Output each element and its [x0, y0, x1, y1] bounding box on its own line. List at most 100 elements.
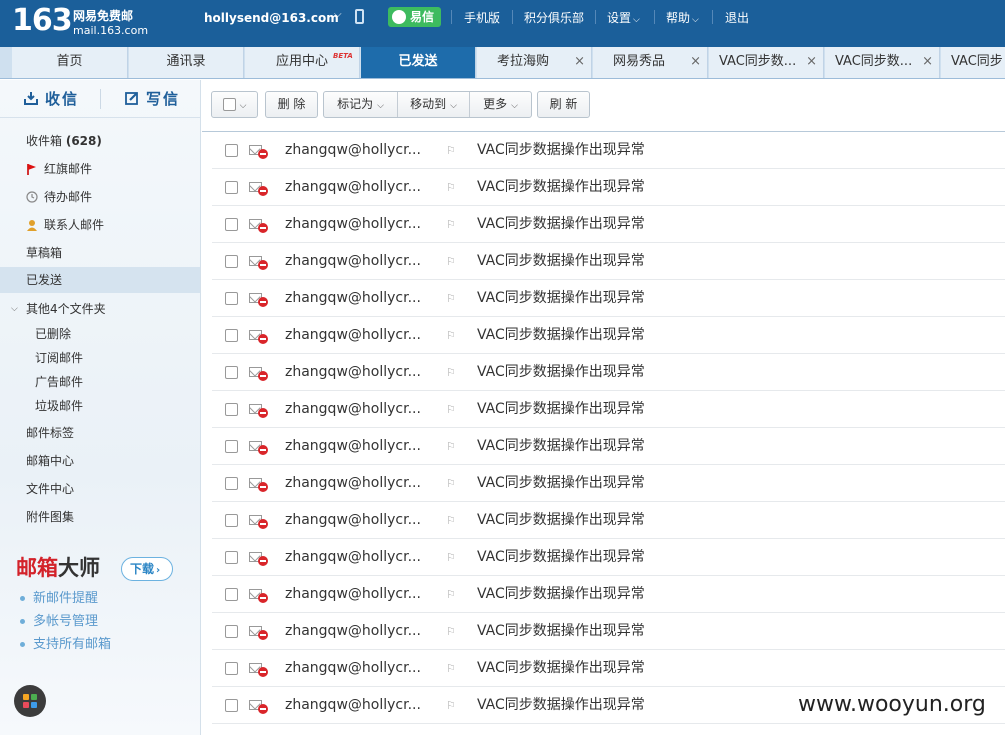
- tab-kaola[interactable]: 考拉海购 ×: [477, 47, 592, 78]
- tab-vac-2[interactable]: VAC同步数... ×: [825, 47, 940, 78]
- tab-app-center[interactable]: 应用中心 BETA: [245, 47, 360, 78]
- recipient[interactable]: zhangqw@hollycr...: [285, 206, 421, 242]
- delete-button[interactable]: 删 除: [265, 91, 318, 118]
- yixin-button[interactable]: 易信: [388, 7, 441, 27]
- sidebar-item-drafts[interactable]: 草稿箱: [0, 240, 200, 266]
- recipient[interactable]: zhangqw@hollycr...: [285, 243, 421, 279]
- flag-icon[interactable]: ⚐: [446, 626, 456, 638]
- sidebar-item-deleted[interactable]: 已删除: [0, 322, 200, 346]
- table-row[interactable]: zhangqw@hollycr... ⚐ VAC同步数据操作出现异常: [212, 613, 1005, 650]
- subject[interactable]: VAC同步数据操作出现异常: [477, 354, 645, 390]
- flag-icon[interactable]: ⚐: [446, 219, 456, 231]
- table-row[interactable]: zhangqw@hollycr... ⚐ VAC同步数据操作出现异常: [212, 391, 1005, 428]
- flag-icon[interactable]: ⚐: [446, 589, 456, 601]
- recipient[interactable]: zhangqw@hollycr...: [285, 132, 421, 168]
- subject[interactable]: VAC同步数据操作出现异常: [477, 687, 645, 723]
- subject[interactable]: VAC同步数据操作出现异常: [477, 539, 645, 575]
- row-checkbox[interactable]: [225, 329, 238, 342]
- sidebar-item-mailbox-center[interactable]: 邮箱中心: [0, 448, 200, 474]
- help-link[interactable]: 帮助 ⌵: [666, 10, 699, 28]
- select-all-checkbox[interactable]: [222, 98, 236, 111]
- table-row[interactable]: zhangqw@hollycr... ⚐ VAC同步数据操作出现异常: [212, 132, 1005, 169]
- row-checkbox[interactable]: [225, 625, 238, 638]
- flag-icon[interactable]: ⚐: [446, 404, 456, 416]
- recipient[interactable]: zhangqw@hollycr...: [285, 539, 421, 575]
- row-checkbox[interactable]: [225, 477, 238, 490]
- subject[interactable]: VAC同步数据操作出现异常: [477, 206, 645, 242]
- sidebar-item-flagged[interactable]: 红旗邮件: [0, 156, 200, 182]
- subject[interactable]: VAC同步数据操作出现异常: [477, 391, 645, 427]
- recipient[interactable]: zhangqw@hollycr...: [285, 317, 421, 353]
- subject[interactable]: VAC同步数据操作出现异常: [477, 132, 645, 168]
- row-checkbox[interactable]: [225, 440, 238, 453]
- mobile-link[interactable]: 手机版: [464, 10, 500, 26]
- flag-icon[interactable]: ⚐: [446, 367, 456, 379]
- row-checkbox[interactable]: [225, 403, 238, 416]
- recipient[interactable]: zhangqw@hollycr...: [285, 613, 421, 649]
- flag-icon[interactable]: ⚐: [446, 663, 456, 675]
- sidebar-item-sent[interactable]: 已发送: [0, 267, 200, 293]
- row-checkbox[interactable]: [225, 292, 238, 305]
- sidebar-item-todo[interactable]: 待办邮件: [0, 184, 200, 210]
- receive-button[interactable]: 收信: [45, 90, 79, 108]
- app-launcher-button[interactable]: [14, 685, 46, 717]
- table-row[interactable]: zhangqw@hollycr... ⚐ VAC同步数据操作出现异常: [212, 539, 1005, 576]
- row-checkbox[interactable]: [225, 662, 238, 675]
- close-icon[interactable]: ×: [574, 47, 585, 77]
- subject[interactable]: VAC同步数据操作出现异常: [477, 317, 645, 353]
- close-icon[interactable]: ×: [806, 47, 817, 77]
- sidebar-item-subscriptions[interactable]: 订阅邮件: [0, 346, 200, 370]
- flag-icon[interactable]: ⚐: [446, 293, 456, 305]
- row-checkbox[interactable]: [225, 366, 238, 379]
- row-checkbox[interactable]: [225, 551, 238, 564]
- chevron-down-icon[interactable]: ⌵: [334, 9, 342, 20]
- flag-icon[interactable]: ⚐: [446, 552, 456, 564]
- tab-vac-3[interactable]: VAC同步: [941, 47, 1005, 78]
- flag-icon[interactable]: ⚐: [446, 515, 456, 527]
- account-name[interactable]: hollysend@163.com: [204, 10, 339, 26]
- subject[interactable]: VAC同步数据操作出现异常: [477, 650, 645, 686]
- close-icon[interactable]: ×: [922, 47, 933, 77]
- table-row[interactable]: zhangqw@hollycr... ⚐ VAC同步数据操作出现异常: [212, 206, 1005, 243]
- subject[interactable]: VAC同步数据操作出现异常: [477, 576, 645, 612]
- row-checkbox[interactable]: [225, 181, 238, 194]
- points-club-link[interactable]: 积分俱乐部: [524, 10, 584, 26]
- sidebar-item-tags[interactable]: 邮件标签: [0, 420, 200, 446]
- logout-link[interactable]: 退出: [725, 10, 749, 26]
- tab-vac-1[interactable]: VAC同步数... ×: [709, 47, 824, 78]
- move-to-button[interactable]: 移动到 ⌵: [398, 92, 470, 117]
- table-row[interactable]: zhangqw@hollycr... ⚐ VAC同步数据操作出现异常: [212, 280, 1005, 317]
- recipient[interactable]: zhangqw@hollycr...: [285, 576, 421, 612]
- table-row[interactable]: zhangqw@hollycr... ⚐ VAC同步数据操作出现异常: [212, 243, 1005, 280]
- subject[interactable]: VAC同步数据操作出现异常: [477, 502, 645, 538]
- table-row[interactable]: zhangqw@hollycr... ⚐ VAC同步数据操作出现异常: [212, 169, 1005, 206]
- recipient[interactable]: zhangqw@hollycr...: [285, 280, 421, 316]
- tab-contacts[interactable]: 通讯录: [129, 47, 244, 78]
- download-button[interactable]: 下载 ›: [121, 557, 173, 581]
- recipient[interactable]: zhangqw@hollycr...: [285, 428, 421, 464]
- row-checkbox[interactable]: [225, 588, 238, 601]
- table-row[interactable]: zhangqw@hollycr... ⚐ VAC同步数据操作出现异常: [212, 576, 1005, 613]
- subject[interactable]: VAC同步数据操作出现异常: [477, 428, 645, 464]
- tab-sent[interactable]: 已发送: [361, 47, 476, 78]
- mail-master-logo[interactable]: 邮箱大师: [16, 554, 100, 582]
- phone-icon[interactable]: [355, 9, 364, 24]
- table-row[interactable]: zhangqw@hollycr... ⚐ VAC同步数据操作出现异常: [212, 465, 1005, 502]
- table-row[interactable]: zhangqw@hollycr... ⚐ VAC同步数据操作出现异常: [212, 502, 1005, 539]
- row-checkbox[interactable]: [225, 255, 238, 268]
- recipient[interactable]: zhangqw@hollycr...: [285, 687, 421, 723]
- sidebar-item-inbox[interactable]: 收件箱 (628): [0, 128, 200, 154]
- flag-icon[interactable]: ⚐: [446, 182, 456, 194]
- flag-icon[interactable]: ⚐: [446, 700, 456, 712]
- table-row[interactable]: zhangqw@hollycr... ⚐ VAC同步数据操作出现异常: [212, 317, 1005, 354]
- subject[interactable]: VAC同步数据操作出现异常: [477, 243, 645, 279]
- row-checkbox[interactable]: [225, 218, 238, 231]
- recipient[interactable]: zhangqw@hollycr...: [285, 465, 421, 501]
- settings-link[interactable]: 设置 ⌵: [607, 10, 640, 28]
- recipient[interactable]: zhangqw@hollycr...: [285, 169, 421, 205]
- refresh-button[interactable]: 刷 新: [537, 91, 590, 118]
- mark-as-button[interactable]: 标记为 ⌵: [324, 92, 398, 117]
- row-checkbox[interactable]: [225, 144, 238, 157]
- flag-icon[interactable]: ⚐: [446, 256, 456, 268]
- sidebar-item-contacts-mail[interactable]: 联系人邮件: [0, 212, 200, 238]
